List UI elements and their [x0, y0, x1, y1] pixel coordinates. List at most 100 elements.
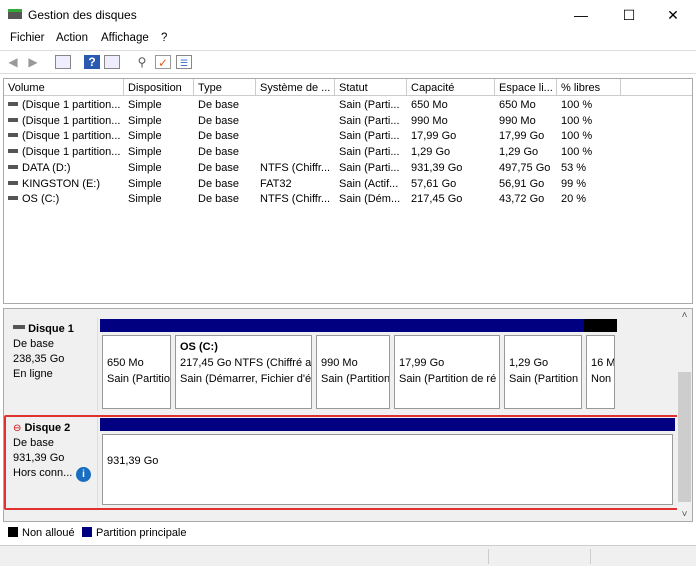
- menu-bar: Fichier Action Affichage ?: [0, 30, 696, 48]
- column-header-disposition[interactable]: Disposition: [124, 79, 194, 96]
- menu-affichage[interactable]: Affichage: [101, 32, 149, 44]
- disk2-type: De base: [13, 437, 54, 449]
- table-cell: Sain (Parti...: [339, 146, 400, 159]
- close-button[interactable]: ✕: [650, 0, 696, 30]
- disk-icon: [13, 325, 25, 329]
- disk1-partition[interactable]: 16 M Non: [584, 319, 617, 411]
- console-tree-icon[interactable]: [55, 55, 71, 69]
- partition-bar: [173, 319, 314, 332]
- table-cell: NTFS (Chiffr...: [260, 193, 331, 206]
- disk1-partition[interactable]: 650 Mo Sain (Partition: [100, 319, 173, 411]
- column-header-volume[interactable]: Volume: [4, 79, 124, 96]
- table-cell: De base: [198, 161, 239, 174]
- back-icon[interactable]: ◀: [5, 55, 21, 69]
- column-header-status[interactable]: Statut: [335, 79, 407, 96]
- scrollbar-thumb[interactable]: [678, 372, 691, 502]
- unallocated-swatch: [8, 527, 18, 537]
- partition-line1: 217,45 Go NTFS (Chiffré av: [180, 357, 312, 369]
- table-cell: 57,61 Go: [411, 177, 457, 190]
- table-row[interactable]: (Disque 1 partition... Simple De base Sain …: [4, 113, 692, 129]
- disk1-size: 238,35 Go: [13, 353, 65, 365]
- partition-info: 650 Mo Sain (Partition: [102, 335, 171, 409]
- disk2-partition[interactable]: 931,39 Go: [100, 418, 675, 507]
- info-icon[interactable]: i: [76, 467, 91, 482]
- forward-icon[interactable]: ▶: [25, 55, 41, 69]
- check-icon[interactable]: ✓: [155, 55, 171, 70]
- partition-info: 16 M Non: [586, 335, 615, 409]
- column-header-free-space[interactable]: Espace li...: [495, 79, 557, 96]
- table-row[interactable]: KINGSTON (E:) Simple De base FAT32 Sain (Act…: [4, 176, 692, 192]
- disk1-partition[interactable]: 17,99 Go Sain (Partition de ré: [392, 319, 502, 411]
- partition-line1: 16 M: [591, 357, 615, 369]
- partition-title: OS (C:): [180, 341, 218, 353]
- disk2-name: Disque 2: [24, 422, 71, 434]
- table-cell: Simple: [128, 99, 162, 111]
- table-cell: Sain (Dém...: [339, 193, 401, 206]
- table-cell: De base: [198, 146, 239, 159]
- volume-name: OS (C:): [22, 193, 60, 206]
- action-pane-icon[interactable]: [104, 55, 120, 69]
- table-cell: 990 Mo: [499, 114, 536, 127]
- table-cell: Simple: [128, 146, 162, 159]
- volume-name: (Disque 1 partition...: [22, 99, 121, 111]
- disk1-partition[interactable]: 1,29 Go Sain (Partition: [502, 319, 584, 411]
- table-cell: (Disque 1 partition...: [4, 144, 124, 160]
- partition-info: 1,29 Go Sain (Partition: [504, 335, 582, 409]
- table-cell: [256, 144, 335, 160]
- partition-line2: Sain (Démarrer, Fichier d'é: [180, 373, 312, 385]
- connect-disk-icon[interactable]: ⚲: [134, 55, 150, 69]
- volume-table: Volume Disposition Type Système de ... S…: [3, 78, 693, 304]
- table-row[interactable]: DATA (D:) Simple De base NTFS (Chiffr... Sai…: [4, 160, 692, 176]
- partition-bar: [100, 319, 173, 332]
- menu-fichier[interactable]: Fichier: [10, 32, 45, 44]
- table-row[interactable]: (Disque 1 partition... Simple De base Sain …: [4, 144, 692, 160]
- table-cell: 990 Mo: [411, 114, 448, 127]
- disk1-partition[interactable]: 990 Mo Sain (Partition: [314, 319, 392, 411]
- maximize-button[interactable]: ☐: [606, 0, 652, 30]
- scroll-down-icon[interactable]: ˅: [677, 509, 692, 520]
- volume-icon: [8, 164, 18, 169]
- disk1-type: De base: [13, 338, 54, 350]
- partition-line1: 1,29 Go: [509, 357, 549, 369]
- disk-pane-scrollbar[interactable]: ˄ ˅: [677, 310, 692, 520]
- volume-icon: [8, 149, 18, 154]
- table-cell: Simple: [128, 161, 162, 174]
- disk1-status: En ligne: [13, 368, 53, 380]
- table-cell: Simple: [128, 114, 162, 127]
- legend-unallocated: Non alloué: [8, 527, 75, 539]
- partition-info: OS (C:) 217,45 Go NTFS (Chiffré av Sain (D…: [175, 335, 312, 409]
- disk1-label[interactable]: Disque 1 De base 238,35 Go En ligne: [6, 318, 98, 411]
- partition-size: 931,39 Go: [102, 434, 673, 505]
- table-row[interactable]: (Disque 1 partition... Simple De base Sain …: [4, 97, 692, 113]
- partition-line1: 17,99 Go: [399, 357, 445, 369]
- volume-icon: [8, 117, 18, 122]
- disk-offline-icon: ⊖: [13, 423, 22, 434]
- properties-icon[interactable]: ☰: [176, 55, 192, 69]
- table-cell: De base: [198, 130, 239, 143]
- table-row[interactable]: (Disque 1 partition... Simple De base Sain …: [4, 128, 692, 144]
- table-cell: Simple: [128, 177, 162, 190]
- table-cell: Sain (Parti...: [339, 161, 400, 174]
- menu-action[interactable]: Action: [56, 32, 88, 44]
- table-cell: 43,72 Go: [499, 193, 545, 206]
- column-header-filesystem[interactable]: Système de ...: [256, 79, 335, 96]
- help-icon[interactable]: ?: [84, 55, 100, 69]
- partition-info: 17,99 Go Sain (Partition de ré: [394, 335, 500, 409]
- menu-help[interactable]: ?: [161, 32, 167, 44]
- column-header-percent-free[interactable]: % libres: [557, 79, 621, 96]
- table-cell: 100 %: [561, 146, 593, 159]
- table-cell: 217,45 Go: [411, 193, 463, 206]
- table-cell: De base: [198, 114, 239, 127]
- column-header-capacity[interactable]: Capacité: [407, 79, 495, 96]
- table-cell: Sain (Parti...: [339, 130, 400, 143]
- disk1-partition[interactable]: OS (C:) 217,45 Go NTFS (Chiffré av Sain (D…: [173, 319, 314, 411]
- table-cell: 650 Mo: [411, 99, 448, 111]
- table-row[interactable]: OS (C:) Simple De base NTFS (Chiffr... Sain …: [4, 191, 692, 207]
- partition-bar: [314, 319, 392, 332]
- disk2-label[interactable]: ⊖ Disque 2 De base 931,39 Go Hors conn..…: [6, 417, 98, 508]
- column-header-type[interactable]: Type: [194, 79, 256, 96]
- table-cell: Simple: [128, 130, 162, 143]
- partition-bar: [392, 319, 502, 332]
- minimize-button[interactable]: —: [558, 0, 604, 30]
- scroll-up-icon[interactable]: ˄: [677, 310, 692, 321]
